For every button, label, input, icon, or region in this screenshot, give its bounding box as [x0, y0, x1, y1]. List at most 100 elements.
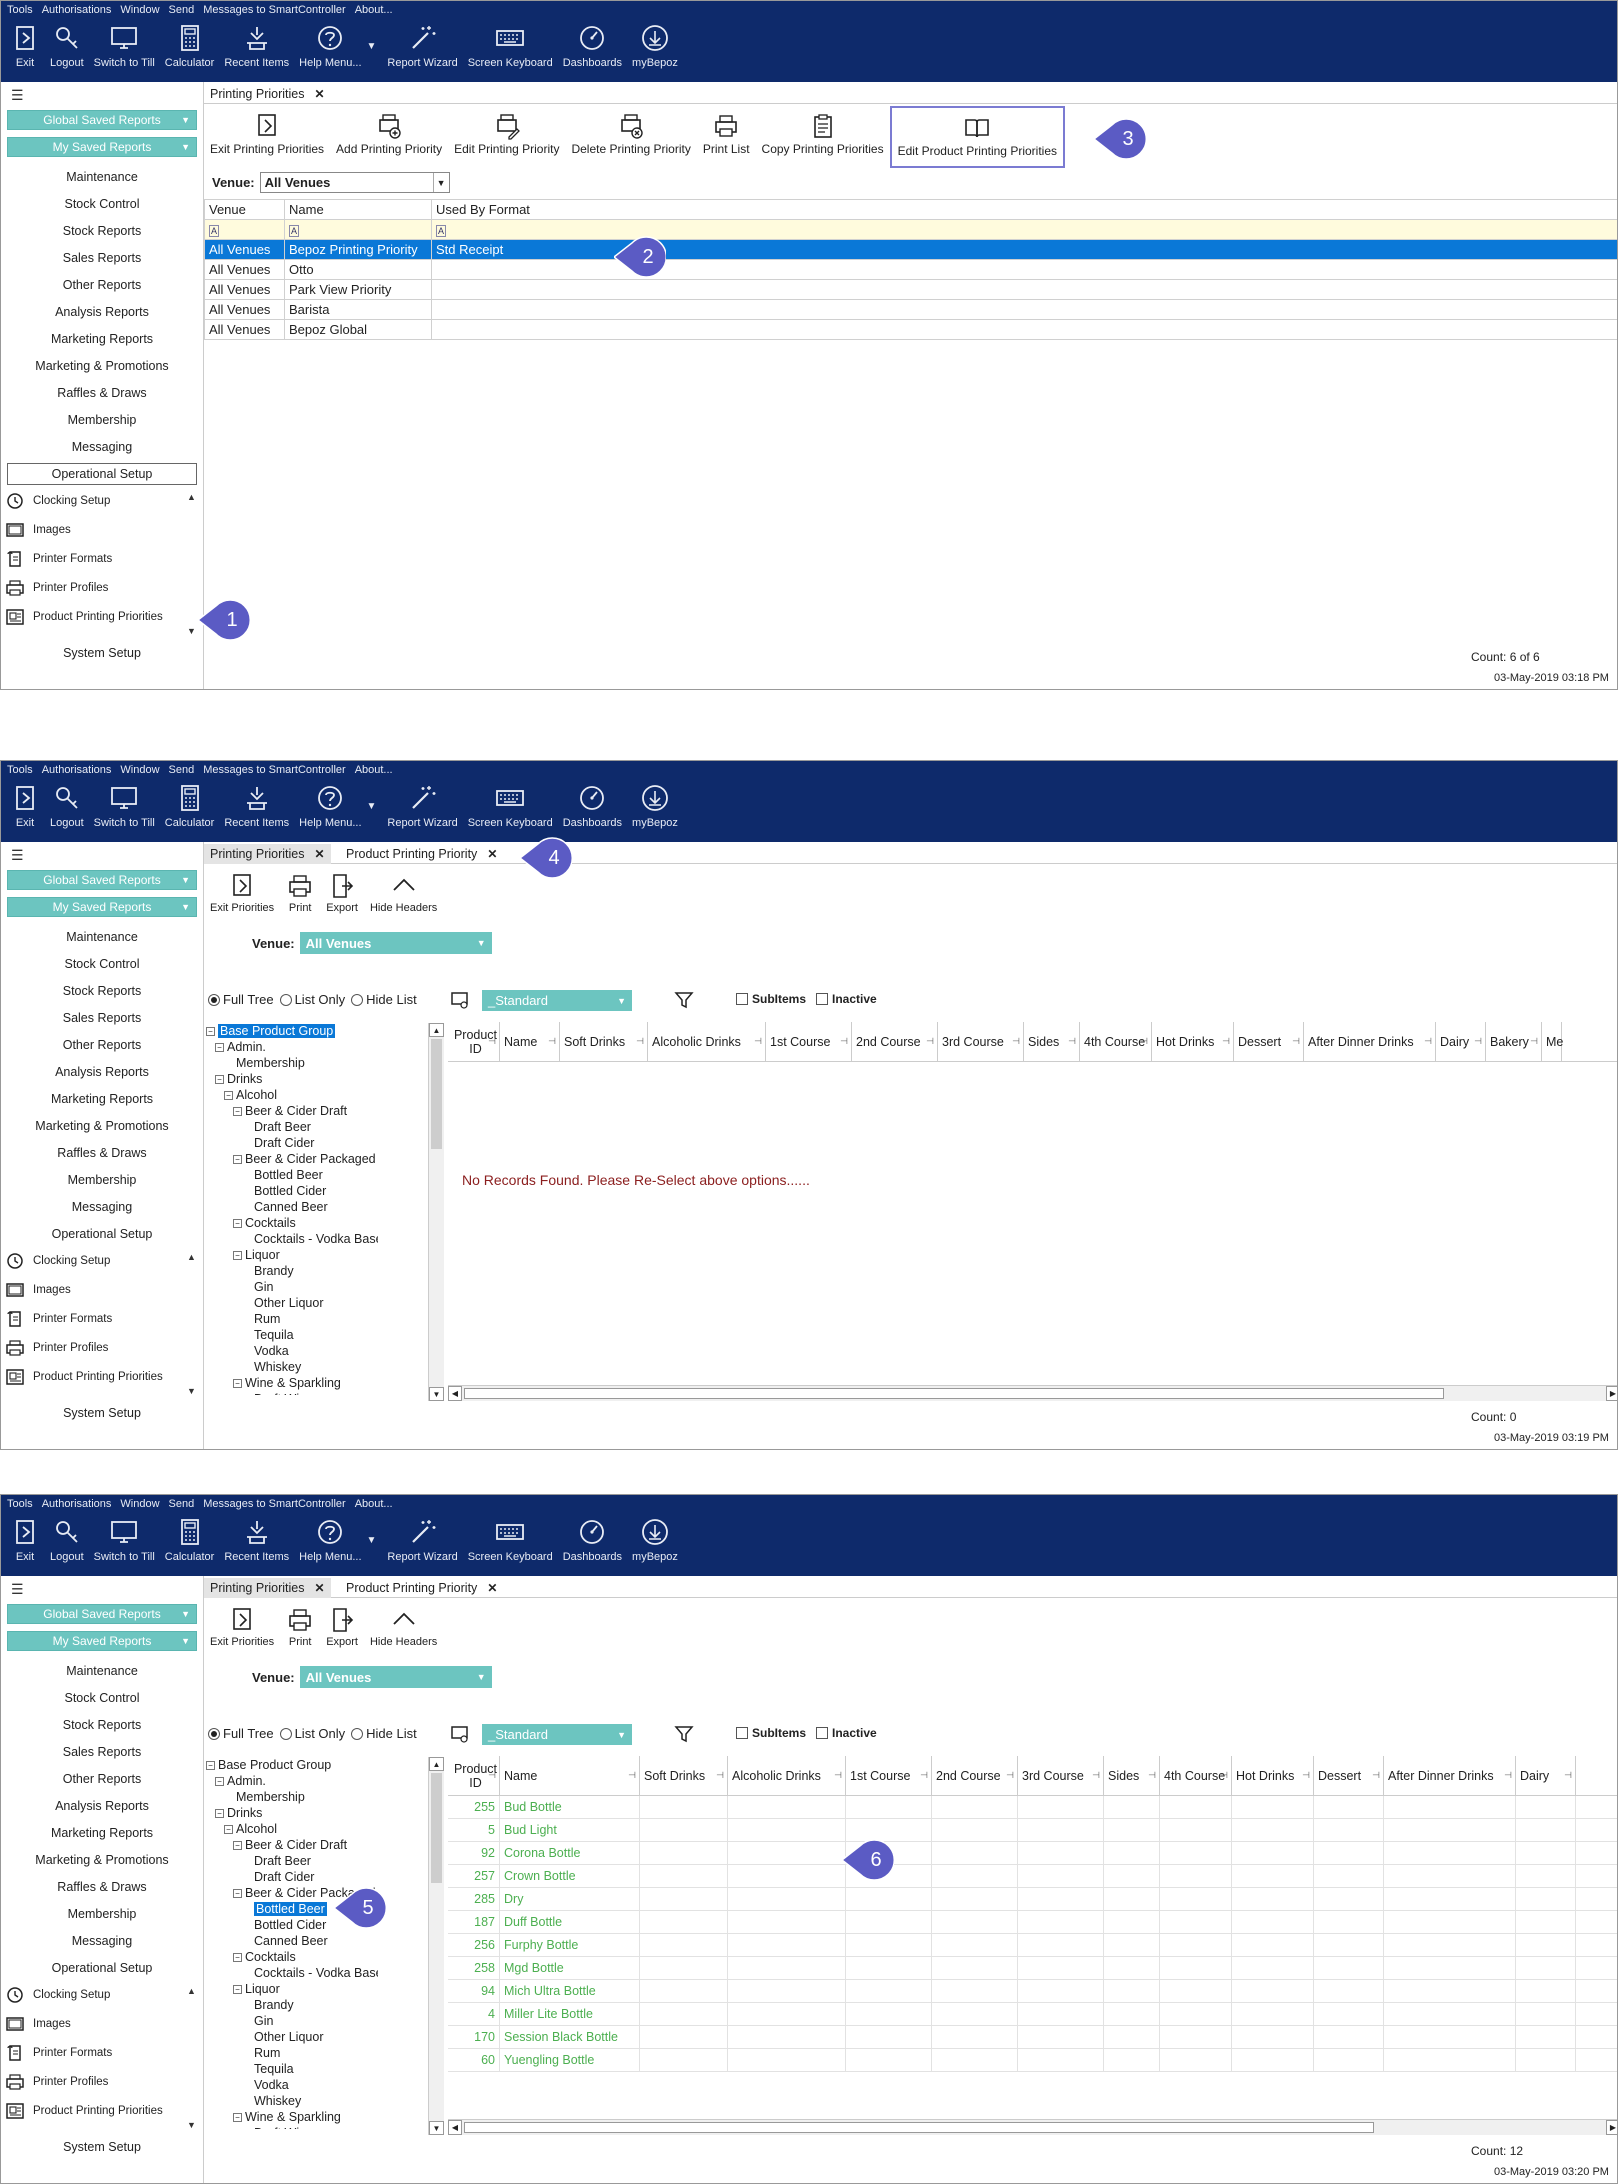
venue-select[interactable]: All Venues ▼ [259, 172, 450, 193]
pin-icon[interactable]: ⊣ [1148, 1770, 1156, 1781]
radio-list-only[interactable]: List Only [279, 992, 345, 1007]
collapse-icon[interactable]: − [233, 1953, 242, 1963]
table-row[interactable]: All Venues Bepoz Global [204, 319, 1617, 340]
collapse-icon[interactable]: − [206, 1761, 215, 1771]
priority-cell[interactable] [640, 1934, 728, 1956]
priority-cell[interactable] [846, 1934, 932, 1956]
scroll-up-icon[interactable]: ▲ [187, 1252, 196, 1262]
table-row[interactable]: 170 Session Black Bottle [448, 2026, 1617, 2049]
edit-printing-priority-button[interactable]: Edit Printing Priority [448, 106, 565, 168]
edit-product-printing-priorities-button[interactable]: Edit Product Printing Priorities [889, 106, 1065, 168]
priority-cell[interactable] [1018, 1957, 1104, 1979]
priority-cell[interactable] [1018, 2049, 1104, 2071]
sidebar-item-other-reports[interactable]: Other Reports [7, 1034, 197, 1056]
priority-cell[interactable] [1384, 1865, 1516, 1887]
priority-cell[interactable] [1104, 2026, 1160, 2048]
radio-button[interactable] [351, 993, 364, 1006]
tab-product-printing-priority[interactable]: Product Printing Priority ✕ [340, 1578, 503, 1598]
scroll-up-icon[interactable]: ▲ [429, 1757, 444, 1771]
priority-cell[interactable] [1160, 1796, 1232, 1818]
logout-button[interactable]: Logout [45, 779, 89, 830]
priority-cell[interactable] [640, 1865, 728, 1887]
mybepoz-button[interactable]: myBepoz [627, 1513, 683, 1564]
screen-keyboard-button[interactable]: Screen Keyboard [463, 1513, 558, 1564]
priority-cell[interactable] [932, 1819, 1018, 1841]
priority-cell[interactable] [728, 1796, 846, 1818]
sidebar-item-messaging[interactable]: Messaging [7, 1196, 197, 1218]
scroll-right-icon[interactable]: ▶ [1606, 2120, 1617, 2135]
radio-button[interactable] [351, 1727, 364, 1740]
collapse-icon[interactable]: − [215, 1075, 224, 1085]
sidebar-item-stock-control[interactable]: Stock Control [7, 953, 197, 975]
priority-cell[interactable] [1160, 2049, 1232, 2071]
priority-cell[interactable] [640, 2003, 728, 2025]
menu-item[interactable]: Tools [7, 1498, 33, 1510]
tree-node[interactable]: − Beer & Cider Draft [206, 1103, 378, 1119]
priority-cell[interactable] [1160, 1842, 1232, 1864]
radio-list-only[interactable]: List Only [279, 1726, 345, 1741]
priority-cell[interactable] [1104, 1980, 1160, 2002]
grid-horizontal-scrollbar[interactable]: ◀ ▶ [448, 1385, 1617, 1401]
tree-node[interactable]: Draft Wine [206, 2125, 378, 2129]
priority-cell[interactable] [1018, 2026, 1104, 2048]
priority-cell[interactable] [1232, 1842, 1314, 1864]
sidebar-item-analysis-reports[interactable]: Analysis Reports [7, 301, 197, 323]
radio-full-tree[interactable]: Full Tree [208, 1726, 274, 1741]
priority-cell[interactable] [846, 2049, 932, 2071]
column-header[interactable]: Bakery ⊣ [1486, 1022, 1542, 1061]
column-header[interactable]: 3rd Course ⊣ [938, 1022, 1024, 1061]
priority-cell[interactable] [1018, 1842, 1104, 1864]
priority-cell[interactable] [1314, 1865, 1384, 1887]
column-header[interactable]: Sides ⊣ [1104, 1756, 1160, 1795]
scroll-left-icon[interactable]: ◀ [448, 2120, 462, 2135]
priority-cell[interactable] [846, 2003, 932, 2025]
pin-icon[interactable]: ⊣ [636, 1036, 644, 1047]
exit-button[interactable]: Exit [5, 1513, 45, 1564]
priority-cell[interactable] [932, 1865, 1018, 1887]
tree-node[interactable]: − Cocktails [206, 1215, 378, 1231]
sidebar-item-analysis-reports[interactable]: Analysis Reports [7, 1061, 197, 1083]
pin-icon[interactable]: ⊣ [1140, 1036, 1148, 1047]
tree-node[interactable]: Gin [206, 1279, 378, 1295]
priority-cell[interactable] [728, 2026, 846, 2048]
collapse-icon[interactable]: − [233, 1841, 242, 1851]
collapse-icon[interactable]: − [206, 1027, 215, 1037]
radio-full-tree[interactable]: Full Tree [208, 992, 274, 1007]
sidebar-item-maintenance[interactable]: Maintenance [7, 1660, 197, 1682]
report-wizard-button[interactable]: Report Wizard [382, 19, 462, 70]
my-saved-reports-button[interactable]: My Saved Reports ▼ [7, 897, 197, 917]
sidebar-item-stock-reports[interactable]: Stock Reports [7, 980, 197, 1002]
priority-cell[interactable] [1232, 1796, 1314, 1818]
collapse-icon[interactable]: − [233, 1219, 242, 1229]
table-row[interactable]: 92 Corona Bottle [448, 1842, 1617, 1865]
menu-item[interactable]: About... [355, 4, 393, 16]
column-header[interactable]: Dessert ⊣ [1314, 1756, 1384, 1795]
priority-cell[interactable] [728, 1911, 846, 1933]
priority-cell[interactable] [1516, 1796, 1576, 1818]
tree-node[interactable]: Brandy [206, 1263, 378, 1279]
tree-node[interactable]: Vodka [206, 2077, 378, 2093]
tree-node[interactable]: − Base Product Group [206, 1757, 378, 1773]
table-row[interactable]: 94 Mich Ultra Bottle [448, 1980, 1617, 2003]
priority-cell[interactable] [932, 1957, 1018, 1979]
priority-cell[interactable] [1232, 2049, 1314, 2071]
priority-cell[interactable] [1232, 1865, 1314, 1887]
priority-cell[interactable] [1516, 1911, 1576, 1933]
table-row[interactable]: 255 Bud Bottle [448, 1796, 1617, 1819]
sidebar-item-maintenance[interactable]: Maintenance [7, 926, 197, 948]
pin-icon[interactable]: ⊣ [1372, 1770, 1380, 1781]
priority-cell[interactable] [728, 1888, 846, 1910]
tree-node[interactable]: Canned Beer [206, 1199, 378, 1215]
priority-cell[interactable] [1104, 2049, 1160, 2071]
priority-cell[interactable] [1160, 1934, 1232, 1956]
priority-cell[interactable] [846, 1888, 932, 1910]
column-header[interactable]: Soft Drinks ⊣ [640, 1756, 728, 1795]
switch-to-till-button[interactable]: Switch to Till [89, 19, 160, 70]
pin-icon[interactable]: ⊣ [628, 1770, 636, 1781]
priority-cell[interactable] [1516, 1865, 1576, 1887]
priority-cell[interactable] [846, 1980, 932, 2002]
priority-cell[interactable] [846, 1957, 932, 1979]
priority-cell[interactable] [932, 2049, 1018, 2071]
pin-icon[interactable]: ⊣ [1012, 1036, 1020, 1047]
priority-cell[interactable] [1516, 1934, 1576, 1956]
